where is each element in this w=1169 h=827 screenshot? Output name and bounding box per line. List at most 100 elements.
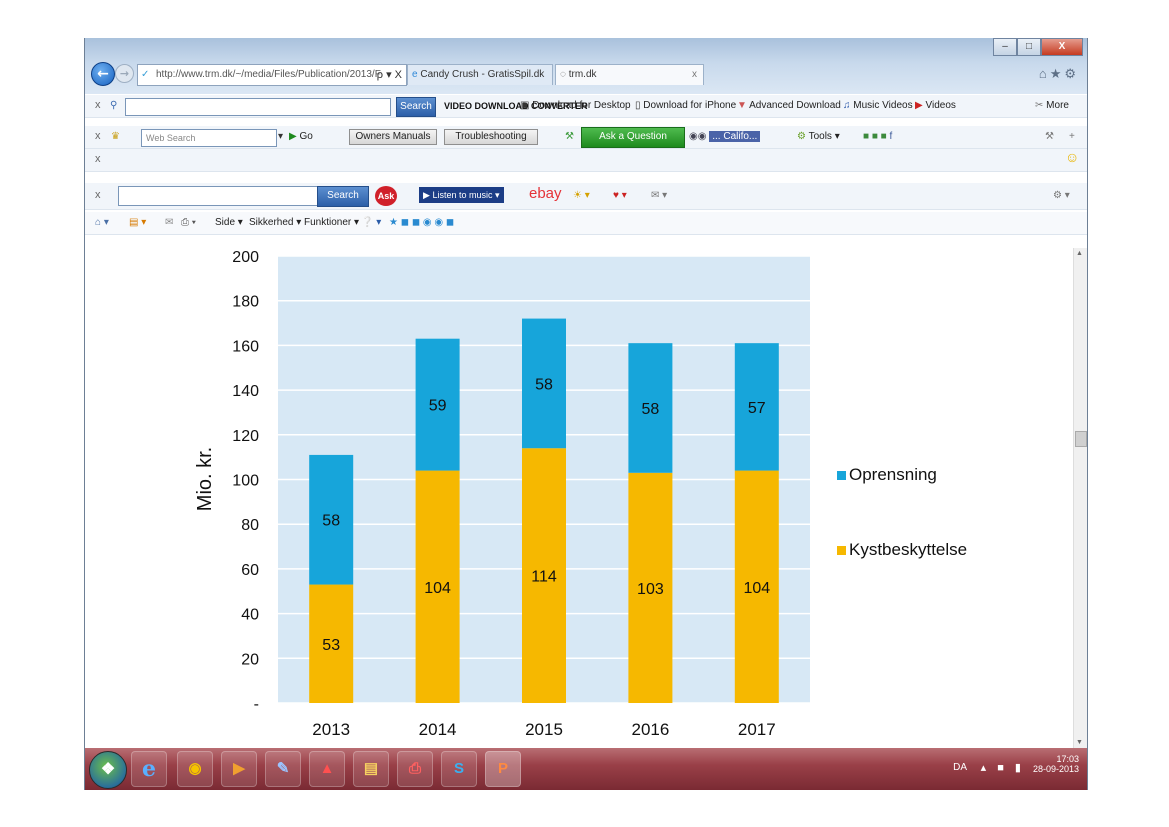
data-label: 58 <box>642 401 660 418</box>
wrench-settings-icon[interactable]: ⚒ <box>1045 129 1054 145</box>
download-desktop-link[interactable]: ▣ Download for Desktop <box>520 98 631 114</box>
smiley-icon[interactable]: ☺ <box>1065 149 1079 165</box>
web-search-input[interactable]: Web Search <box>141 129 277 147</box>
scroll-down-icon[interactable]: ▼ <box>1076 739 1083 746</box>
data-label: 104 <box>424 580 451 597</box>
toolbar-close-button[interactable]: x <box>95 189 101 201</box>
page-favicon-icon: ✓ <box>141 69 150 80</box>
tray-icons[interactable]: ▴ ■ ▮ <box>981 761 1025 774</box>
ask-question-button[interactable]: Ask a Question <box>581 127 685 148</box>
side-label: Side <box>215 217 236 228</box>
weather-location: ... Califo... <box>709 131 761 142</box>
skype-icon[interactable]: S <box>441 751 477 787</box>
phone-icon: ▯ <box>635 100 641 111</box>
toolbar-close-button[interactable]: x <box>95 153 101 165</box>
scroll-up-icon[interactable]: ▲ <box>1076 250 1083 257</box>
funktioner-menu[interactable]: Funktioner ▾ <box>304 215 359 231</box>
explorer-icon[interactable]: ▤ <box>353 751 389 787</box>
toolbar-owners-manuals: x ♛ Web Search ▾ ▶ Go Owners Manuals Tro… <box>85 126 1087 149</box>
scrollbar-thumb[interactable] <box>1075 431 1087 447</box>
maximize-button[interactable]: □ <box>1017 38 1041 56</box>
data-label: 59 <box>429 398 447 415</box>
clock[interactable]: 17:03 28-09-2013 <box>1033 754 1079 774</box>
read-mail-icon[interactable]: ✉ <box>165 215 173 231</box>
add-icon[interactable]: + <box>1069 129 1075 145</box>
feeds-icon[interactable]: ▤ ▾ <box>129 215 146 231</box>
x-category-label: 2014 <box>419 720 457 739</box>
legend-swatch <box>837 546 846 555</box>
addon-icons[interactable]: ★ ◼ ◼ ◉ ◉ ◼ <box>389 215 454 231</box>
music-videos-link[interactable]: ♫ Music Videos <box>843 98 913 114</box>
ebay-link[interactable]: ebay <box>529 186 562 202</box>
toolbar-search-input[interactable] <box>125 98 391 116</box>
chrome-icon[interactable]: ◉ <box>177 751 213 787</box>
tab-candy-crush[interactable]: e Candy Crush - GratisSpil.dk <box>407 64 553 85</box>
y-tick-label: 100 <box>232 473 259 490</box>
tools-menu[interactable]: ⚙ Tools ▾ <box>797 129 840 145</box>
address-controls[interactable]: ρ ▾ X <box>377 65 402 85</box>
download-iphone-label: Download for iPhone <box>643 100 737 111</box>
settings-gear-icon[interactable]: ⚙ <box>1064 66 1079 81</box>
start-button[interactable]: ❖ <box>89 751 127 789</box>
toolbar-search-button[interactable]: Search <box>396 97 436 117</box>
address-bar[interactable]: ✓ http://www.trm.dk/~/media/Files/Publica… <box>137 64 407 86</box>
listen-label: Listen to music <box>432 190 493 200</box>
funktioner-label: Funktioner <box>304 217 352 228</box>
ask-logo[interactable]: Ask <box>375 186 397 206</box>
mail-icon[interactable]: ✉ ▾ <box>651 188 667 204</box>
extension-icons[interactable]: ■ ■ ■ f <box>863 129 892 145</box>
web-search-dropdown-icon[interactable]: ▾ <box>278 129 283 145</box>
media-player-icon[interactable]: ▶ <box>221 751 257 787</box>
home-icon[interactable]: ⌂ ▾ <box>95 215 109 231</box>
close-button[interactable]: X <box>1041 38 1083 56</box>
y-tick-label: 20 <box>241 651 259 668</box>
x-category-label: 2017 <box>738 720 776 739</box>
owners-manuals-button[interactable]: Owners Manuals <box>349 129 437 145</box>
sikkerhed-menu[interactable]: Sikkerhed ▾ <box>249 215 301 231</box>
tab-label: Candy Crush - GratisSpil.dk <box>420 69 545 80</box>
more-button[interactable]: ✂ More <box>1035 98 1069 114</box>
videos-link[interactable]: ▶ Videos <box>915 98 956 114</box>
facebook-icon[interactable]: f <box>889 131 892 142</box>
command-bar: ⌂ ▾ ▤ ▾ ✉ ⎙ ▾ Side ▾ Sikkerhed ▾ Funktio… <box>85 212 1087 235</box>
y-axis-label: Mio. kr. <box>194 447 216 511</box>
scissors-icon: ✂ <box>1035 100 1044 111</box>
advanced-download-link[interactable]: ▼ Advanced Download <box>737 98 841 114</box>
videos-label: Videos <box>925 100 956 111</box>
paint-icon[interactable]: ✎ <box>265 751 301 787</box>
print-icon[interactable]: ⎙ ▾ <box>181 215 196 231</box>
forward-button[interactable]: → <box>115 64 134 83</box>
acrobat-icon[interactable]: ▲ <box>309 751 345 787</box>
download-desktop-label: Download for Desktop <box>532 100 631 111</box>
more-label: More <box>1046 100 1069 111</box>
y-tick-label: 200 <box>232 249 259 266</box>
vertical-scrollbar[interactable]: ▲ ▼ <box>1073 248 1087 748</box>
toolbar-close-button[interactable]: x <box>95 130 101 142</box>
ask-search-button[interactable]: Search <box>317 186 369 207</box>
go-button[interactable]: ▶ Go <box>289 129 313 145</box>
internet-explorer-icon[interactable]: e <box>131 751 167 787</box>
troubleshooting-button[interactable]: Troubleshooting <box>444 129 538 145</box>
download-iphone-link[interactable]: ▯ Download for iPhone <box>635 98 736 114</box>
home-icon[interactable]: ⌂ <box>1039 66 1050 81</box>
toolbar-close-button[interactable]: x <box>95 99 101 111</box>
minimize-button[interactable]: – <box>993 38 1017 56</box>
ask-search-input[interactable] <box>118 186 318 206</box>
tab-trm[interactable]: ◌ trm.dk x <box>555 64 704 85</box>
listen-music-button[interactable]: ▶ Listen to music ▾ <box>419 187 504 203</box>
language-indicator[interactable]: DA <box>953 762 967 773</box>
data-label: 103 <box>637 581 664 598</box>
help-icon[interactable]: ❔ ▾ <box>361 215 381 231</box>
toolbar-gear-icon[interactable]: ⚙ ▾ <box>1053 188 1070 204</box>
games-icon[interactable]: ♥ ▾ <box>613 188 627 204</box>
side-menu[interactable]: Side ▾ <box>215 215 243 231</box>
back-button[interactable]: ← <box>91 62 115 86</box>
weather-widget[interactable]: ◉◉ ... Califo... <box>689 129 761 145</box>
favorites-star-icon[interactable]: ★ <box>1050 66 1065 81</box>
weather-sun-icon[interactable]: ☀ ▾ <box>573 188 590 204</box>
tab-close-button[interactable]: x <box>692 65 697 85</box>
print-manager-icon[interactable]: ⎙ <box>397 751 433 787</box>
powerpoint-icon[interactable]: P <box>485 751 521 787</box>
browser-window: ← → ✓ http://www.trm.dk/~/media/Files/Pub… <box>84 38 1088 790</box>
music-note-icon: ♫ <box>843 100 851 111</box>
